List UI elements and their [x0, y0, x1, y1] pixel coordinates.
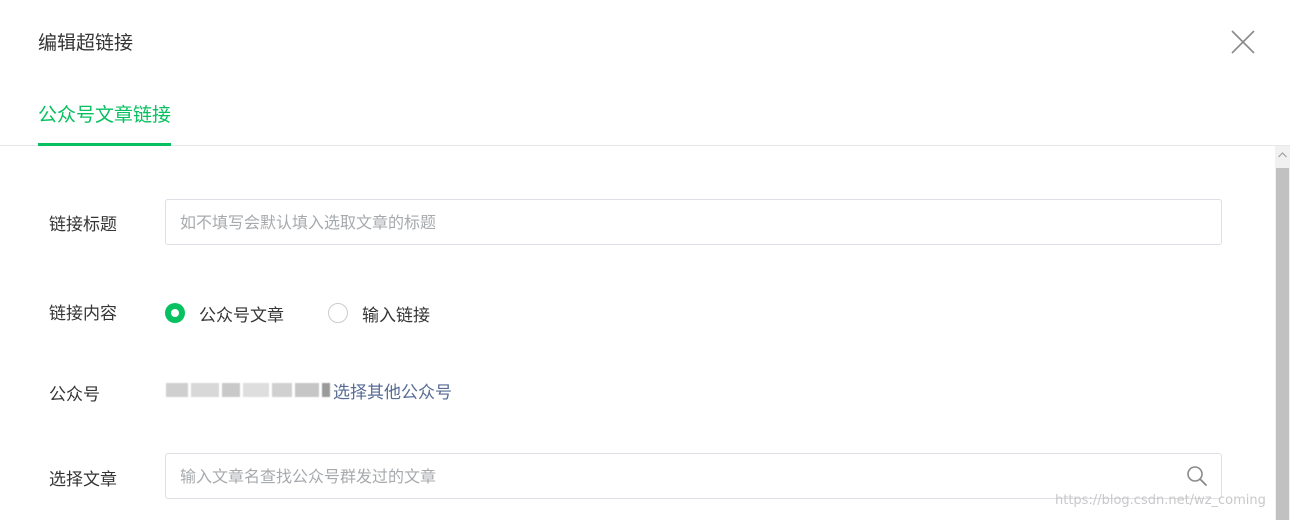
scroll-up-button[interactable]	[1275, 146, 1290, 166]
radio-option-label: 输入链接	[362, 305, 430, 326]
close-button[interactable]	[1229, 28, 1257, 56]
edit-hyperlink-dialog: 编辑超链接 公众号文章链接 链接标题 链接内容 公众号文章 输入链接 公众号 选…	[0, 0, 1290, 520]
link-title-input[interactable]	[165, 199, 1222, 245]
scrollbar[interactable]	[1275, 146, 1290, 520]
link-content-label: 链接内容	[49, 304, 117, 324]
close-icon	[1231, 30, 1255, 54]
radio-option-article[interactable]: 公众号文章	[165, 301, 284, 326]
radio-checked-icon	[165, 303, 185, 323]
link-content-radio-group: 公众号文章 输入链接	[165, 298, 474, 328]
scrollbar-thumb[interactable]	[1276, 168, 1289, 520]
tab-article-link[interactable]: 公众号文章链接	[38, 100, 172, 146]
search-button[interactable]	[1186, 465, 1208, 487]
dialog-title: 编辑超链接	[38, 32, 134, 54]
watermark: https://blog.csdn.net/wz_coming	[1055, 493, 1266, 508]
radio-option-label: 公众号文章	[199, 305, 284, 326]
chevron-up-icon	[1278, 152, 1287, 158]
select-other-account-link[interactable]: 选择其他公众号	[333, 378, 452, 403]
link-title-label: 链接标题	[49, 215, 117, 235]
radio-option-input-link[interactable]: 输入链接	[328, 301, 430, 326]
search-icon	[1187, 466, 1207, 486]
tab-bar: 公众号文章链接	[0, 100, 1290, 146]
select-article-label: 选择文章	[49, 470, 117, 490]
account-label: 公众号	[49, 385, 100, 405]
radio-unchecked-icon	[328, 303, 348, 323]
account-name-redacted	[166, 381, 333, 399]
